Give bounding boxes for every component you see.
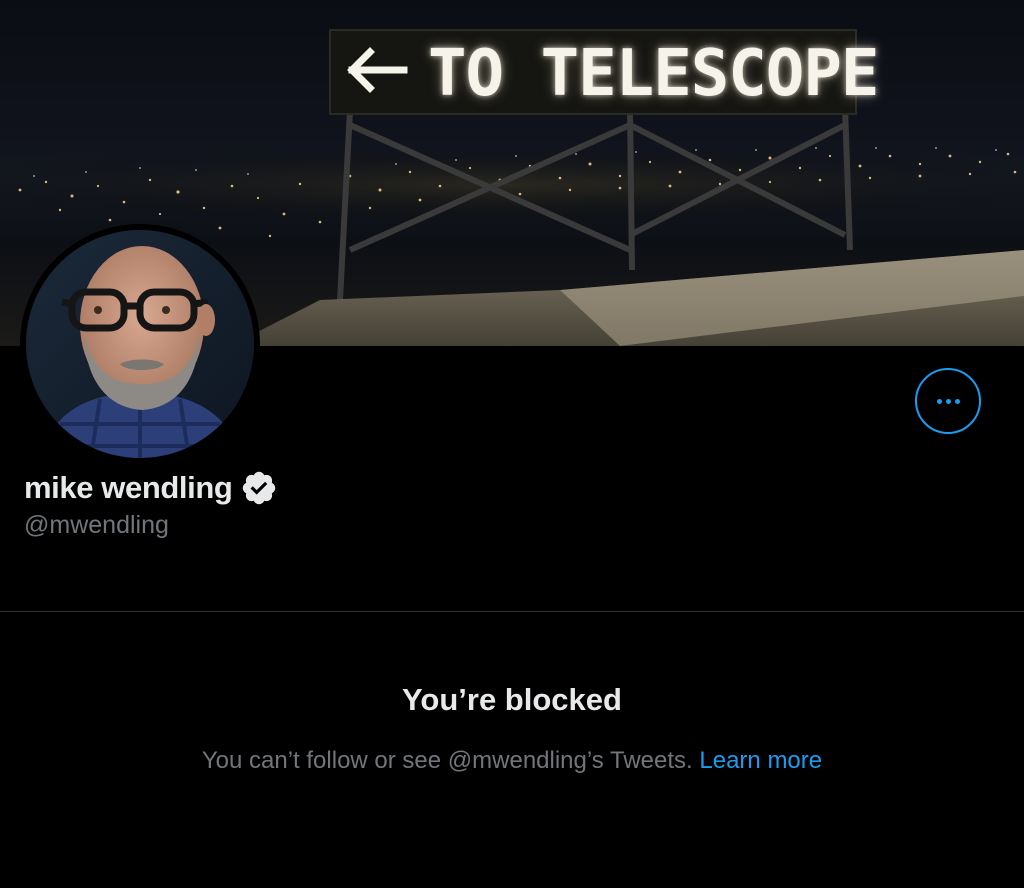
profile-handle: @mwendling	[24, 511, 169, 539]
display-name: mike wendling	[24, 470, 233, 505]
banner-sign-text: TO TELESCOPE	[428, 37, 879, 111]
avatar[interactable]	[20, 224, 260, 464]
avatar-photo	[26, 230, 254, 458]
blocked-description-row: You can’t follow or see @mwendling’s Twe…	[0, 747, 1024, 775]
verified-badge-icon[interactable]	[240, 469, 278, 507]
more-options-button[interactable]	[915, 368, 981, 434]
section-divider	[0, 611, 1024, 612]
blocked-description: You can’t follow or see @mwendling’s Twe…	[201, 747, 693, 774]
more-horizontal-icon	[935, 398, 962, 404]
blocked-title: You’re blocked	[402, 682, 622, 717]
profile-name-row: mike wendling	[24, 466, 278, 510]
learn-more-link[interactable]: Learn more	[699, 747, 822, 774]
